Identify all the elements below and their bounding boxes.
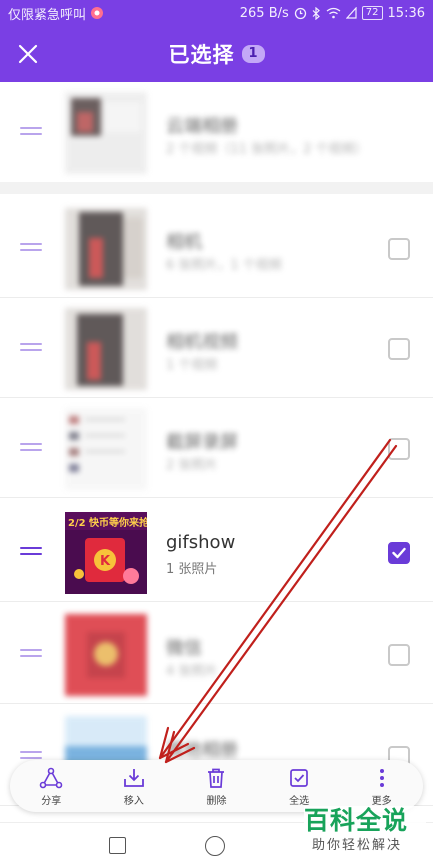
- thumbnail-banner-text: 2/2 快币等你来抢: [68, 516, 147, 529]
- album-count: 1 张照片: [166, 562, 218, 577]
- more-button[interactable]: 更多: [340, 760, 423, 812]
- watermark-title: 百科全说: [304, 806, 409, 835]
- album-list: 云端相册 2 个视频（11 张照片，2 个视频） 相机 6 张照片，1 个视频 …: [0, 82, 433, 822]
- album-count: 6 张照片，1 个视频: [166, 258, 282, 273]
- album-count: 1 个视频: [166, 358, 218, 373]
- more-icon: [379, 768, 384, 787]
- drag-handle-icon[interactable]: [20, 127, 42, 137]
- carrier-text: 仅限紧急呼叫: [8, 7, 87, 23]
- alarm-icon: [294, 7, 306, 19]
- delete-label: 删除: [206, 795, 227, 807]
- album-row-selected[interactable]: 2/2 快币等你来抢 K gifshow 1 张照片: [0, 502, 433, 602]
- album-name: 相机: [166, 232, 202, 253]
- move-in-button[interactable]: 移入: [93, 760, 176, 812]
- watermark-logo: 百科全说 助你轻松解决: [304, 806, 426, 862]
- status-right: 265 B/s 72 15:36: [240, 6, 425, 21]
- share-button[interactable]: 分享: [10, 760, 93, 812]
- recent-apps-button[interactable]: [109, 837, 126, 854]
- album-thumbnail: [65, 308, 147, 390]
- share-label: 分享: [41, 795, 62, 807]
- page-title-area: 已选择 1: [0, 26, 433, 82]
- trash-icon: [208, 768, 225, 788]
- album-thumbnail: 2/2 快币等你来抢 K: [65, 512, 147, 594]
- signal-icon: [345, 7, 357, 19]
- album-row[interactable]: 截屏录屏 2 张照片: [0, 398, 433, 498]
- drag-handle-icon[interactable]: [20, 649, 42, 659]
- section-divider: [0, 182, 433, 194]
- album-name: 截屏录屏: [166, 432, 238, 453]
- checkmark-icon: [392, 547, 406, 559]
- notification-icon: [91, 7, 104, 19]
- album-thumbnail: [65, 92, 147, 174]
- select-all-button[interactable]: 全选: [258, 760, 341, 812]
- album-thumbnail: [65, 208, 147, 290]
- more-label: 更多: [371, 795, 392, 807]
- bottom-toolbar: 分享 移入 删除 全选 更多: [10, 760, 423, 812]
- status-bar: 仅限紧急呼叫 265 B/s 72 15:36: [0, 0, 433, 26]
- bluetooth-icon: [312, 6, 320, 20]
- drag-handle-icon[interactable]: [20, 547, 42, 557]
- delete-button[interactable]: 删除: [175, 760, 258, 812]
- move-in-icon: [123, 768, 144, 787]
- page-title: 已选择: [168, 43, 235, 67]
- album-name: 相机视频: [166, 332, 238, 353]
- selected-count-badge: 1: [242, 45, 265, 63]
- drag-handle-icon[interactable]: [20, 243, 42, 253]
- album-row[interactable]: 微信 4 张照片: [0, 604, 433, 704]
- app-header: 已选择 1: [0, 26, 433, 82]
- album-checkbox-checked[interactable]: [388, 542, 410, 564]
- album-checkbox[interactable]: [388, 238, 410, 260]
- album-name: gifshow: [166, 532, 236, 553]
- album-checkbox[interactable]: [388, 338, 410, 360]
- select-all-icon: [290, 768, 308, 787]
- album-count: 2 个视频（11 张照片，2 个视频）: [166, 142, 368, 157]
- battery-indicator: 72: [361, 6, 383, 20]
- album-row[interactable]: 相机 6 张照片，1 个视频: [0, 198, 433, 298]
- status-left: 仅限紧急呼叫: [8, 4, 104, 23]
- album-count: 4 张照片: [166, 664, 218, 679]
- album-thumbnail: [65, 614, 147, 696]
- drag-handle-icon[interactable]: [20, 343, 42, 353]
- album-count: 2 张照片: [166, 458, 218, 473]
- album-name: 微信: [166, 638, 202, 659]
- clock: 15:36: [387, 5, 425, 21]
- select-all-label: 全选: [289, 795, 310, 807]
- home-button[interactable]: [205, 836, 225, 856]
- move-in-label: 移入: [123, 795, 144, 807]
- album-checkbox[interactable]: [388, 644, 410, 666]
- share-icon: [39, 767, 63, 788]
- album-thumbnail: [65, 408, 147, 490]
- watermark-subtitle: 助你轻松解决: [312, 838, 403, 853]
- album-checkbox[interactable]: [388, 438, 410, 460]
- album-row[interactable]: 云端相册 2 个视频（11 张照片，2 个视频）: [0, 82, 433, 182]
- wifi-icon: [326, 7, 341, 19]
- album-row[interactable]: 相机视频 1 个视频: [0, 298, 433, 398]
- album-name: 云端相册: [166, 116, 238, 137]
- drag-handle-icon[interactable]: [20, 443, 42, 453]
- album-name: 其他相册: [166, 740, 238, 761]
- network-speed: 265 B/s: [239, 5, 289, 21]
- thumbnail-coin-letter: K: [100, 554, 111, 569]
